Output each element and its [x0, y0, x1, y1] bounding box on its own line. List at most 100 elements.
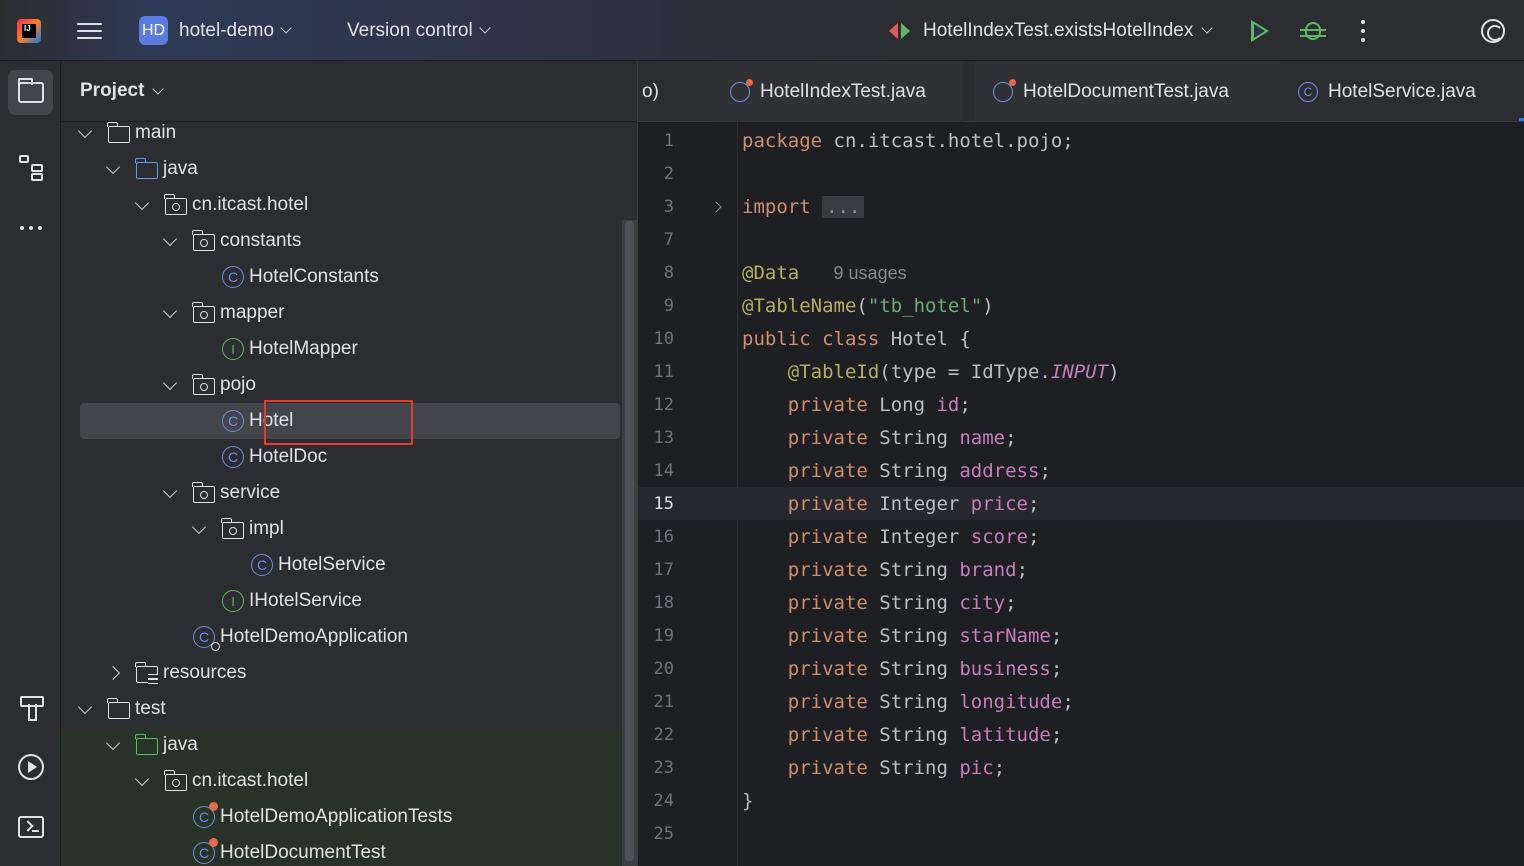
code-line[interactable]: 10 public class Hotel {: [638, 322, 1524, 355]
expand-arrow-icon[interactable]: [105, 735, 121, 750]
tree-node[interactable]: impl: [61, 511, 623, 547]
tree-node[interactable]: I HotelMapper: [61, 331, 623, 367]
interface-icon: I: [222, 590, 244, 612]
expand-arrow-icon[interactable]: [162, 303, 178, 318]
code-line[interactable]: 18 private String city;: [638, 586, 1524, 619]
tree-node[interactable]: cn.itcast.hotel: [61, 763, 637, 799]
tree-scrollbar-thumb[interactable]: [625, 221, 634, 861]
tree-node[interactable]: C HotelConstants: [61, 259, 623, 295]
run-button[interactable]: [1251, 0, 1273, 61]
terminal-tool-button[interactable]: [8, 804, 53, 849]
editor-tab[interactable]: o): [642, 61, 659, 122]
fold-toggle-icon[interactable]: [710, 200, 722, 213]
line-number: 25: [653, 823, 674, 844]
code-token: Hotel {: [879, 327, 971, 350]
class-icon: C: [1298, 81, 1318, 102]
code-line[interactable]: 2: [638, 157, 1524, 190]
code-token: String: [867, 657, 960, 680]
code-line[interactable]: 23 private String pic;: [638, 751, 1524, 784]
code-line[interactable]: 15 private Integer price;: [638, 487, 1524, 520]
code-line[interactable]: 16 private Integer score;: [638, 520, 1524, 553]
code-line[interactable]: 22 private String latitude;: [638, 718, 1524, 751]
structure-tool-button[interactable]: [8, 145, 53, 190]
tree-node[interactable]: C HotelDemoApplication: [61, 619, 623, 655]
project-selector[interactable]: hotel-demo: [179, 0, 292, 61]
expand-arrow-icon[interactable]: [162, 375, 178, 390]
run-config-label: HotelIndexTest.existsHotelIndex: [923, 19, 1194, 41]
expand-arrow-icon[interactable]: [191, 519, 207, 534]
code-line[interactable]: 11 @TableId(type = IdType.INPUT): [638, 355, 1524, 388]
tree-node[interactable]: cn.itcast.hotel: [61, 187, 623, 223]
code-text: private String longitude;: [742, 691, 1074, 713]
package-icon: [164, 770, 187, 791]
editor-tab[interactable]: HotelIndexTest.java: [712, 61, 963, 122]
services-icon: [17, 753, 44, 780]
app-logo-icon[interactable]: IJ: [17, 0, 43, 61]
debug-button[interactable]: [1300, 0, 1326, 61]
code-line[interactable]: 19 private String starName;: [638, 619, 1524, 652]
code-line[interactable]: 17 private String brand;: [638, 553, 1524, 586]
code-line[interactable]: 9 @TableName("tb_hotel"): [638, 289, 1524, 322]
tree-node[interactable]: C HotelService: [61, 547, 623, 583]
expand-arrow-icon[interactable]: [77, 123, 93, 138]
tree-node[interactable]: constants: [61, 223, 623, 259]
code-line[interactable]: 8 @Data 9 usages: [638, 256, 1524, 289]
code-token: ;: [1050, 624, 1063, 647]
code-line[interactable]: 14 private String address;: [638, 454, 1524, 487]
folder-icon: [107, 122, 130, 143]
code-line[interactable]: 24}: [638, 784, 1524, 817]
expand-arrow-icon[interactable]: [134, 771, 150, 786]
editor-tab[interactable]: HotelDocumentTest.java: [975, 61, 1280, 122]
test-folder-icon: [135, 734, 158, 755]
code-line[interactable]: 25: [638, 817, 1524, 850]
code-line[interactable]: 1 package cn.itcast.hotel.pojo;: [638, 124, 1524, 157]
tab-label: HotelDocumentTest.java: [1023, 80, 1229, 102]
debug-icon: [1300, 21, 1326, 40]
tree-node[interactable]: service: [61, 475, 623, 511]
collapse-arrow-icon[interactable]: [105, 665, 121, 681]
expand-arrow-icon[interactable]: [162, 231, 178, 246]
services-tool-button[interactable]: [8, 744, 53, 789]
code-area[interactable]: 1 package cn.itcast.hotel.pojo; 2 3 import .…: [638, 122, 1524, 866]
folded-imports[interactable]: ...: [822, 195, 865, 218]
expand-arrow-icon[interactable]: [134, 195, 150, 210]
project-panel-header[interactable]: Project: [61, 61, 637, 122]
code-line[interactable]: 12 private Long id;: [638, 388, 1524, 421]
more-tools-button[interactable]: [8, 205, 53, 250]
ai-assistant-icon[interactable]: [1481, 0, 1507, 61]
tree-node[interactable]: C HotelDemoApplicationTests: [61, 799, 637, 835]
tree-node[interactable]: main: [61, 115, 623, 151]
code-token: private: [787, 492, 868, 515]
more-actions-icon[interactable]: [1360, 0, 1366, 61]
code-line[interactable]: 21 private String longitude;: [638, 685, 1524, 718]
main-menu-icon[interactable]: [76, 0, 102, 61]
tree-node[interactable]: java: [61, 151, 623, 187]
code-line[interactable]: 3 import ...: [638, 190, 1524, 223]
expand-arrow-icon[interactable]: [105, 159, 121, 174]
expand-arrow-icon[interactable]: [77, 699, 93, 714]
tree-node[interactable]: mapper: [61, 295, 623, 331]
expand-arrow-icon[interactable]: [162, 483, 178, 498]
run-configuration-selector[interactable]: HotelIndexTest.existsHotelIndex: [887, 0, 1214, 61]
tree-node-label: impl: [249, 518, 284, 539]
tree-node[interactable]: java: [61, 727, 637, 763]
tree-node[interactable]: C HotelDocumentTest: [61, 835, 637, 866]
tree-node[interactable]: pojo: [61, 367, 623, 403]
line-number: 1: [663, 130, 674, 151]
code-token: private: [787, 426, 868, 449]
code-line[interactable]: 13 private String name;: [638, 421, 1524, 454]
project-tool-button[interactable]: [8, 70, 53, 115]
version-control-menu[interactable]: Version control: [347, 0, 491, 61]
code-line[interactable]: 20 private String business;: [638, 652, 1524, 685]
code-line[interactable]: 7: [638, 223, 1524, 256]
tree-node[interactable]: test: [61, 691, 623, 727]
tree-node[interactable]: I IHotelService: [61, 583, 623, 619]
editor-tab[interactable]: C HotelService.java: [1298, 61, 1476, 122]
test-class-icon: [730, 78, 753, 102]
tree-node[interactable]: resources: [61, 655, 623, 691]
project-badge[interactable]: HD: [139, 0, 168, 61]
editor-tab-bar: o) HotelIndexTest.java HotelDocumentTest…: [638, 61, 1524, 122]
build-tool-button[interactable]: [8, 684, 53, 729]
usages-hint[interactable]: 9 usages: [834, 263, 907, 283]
